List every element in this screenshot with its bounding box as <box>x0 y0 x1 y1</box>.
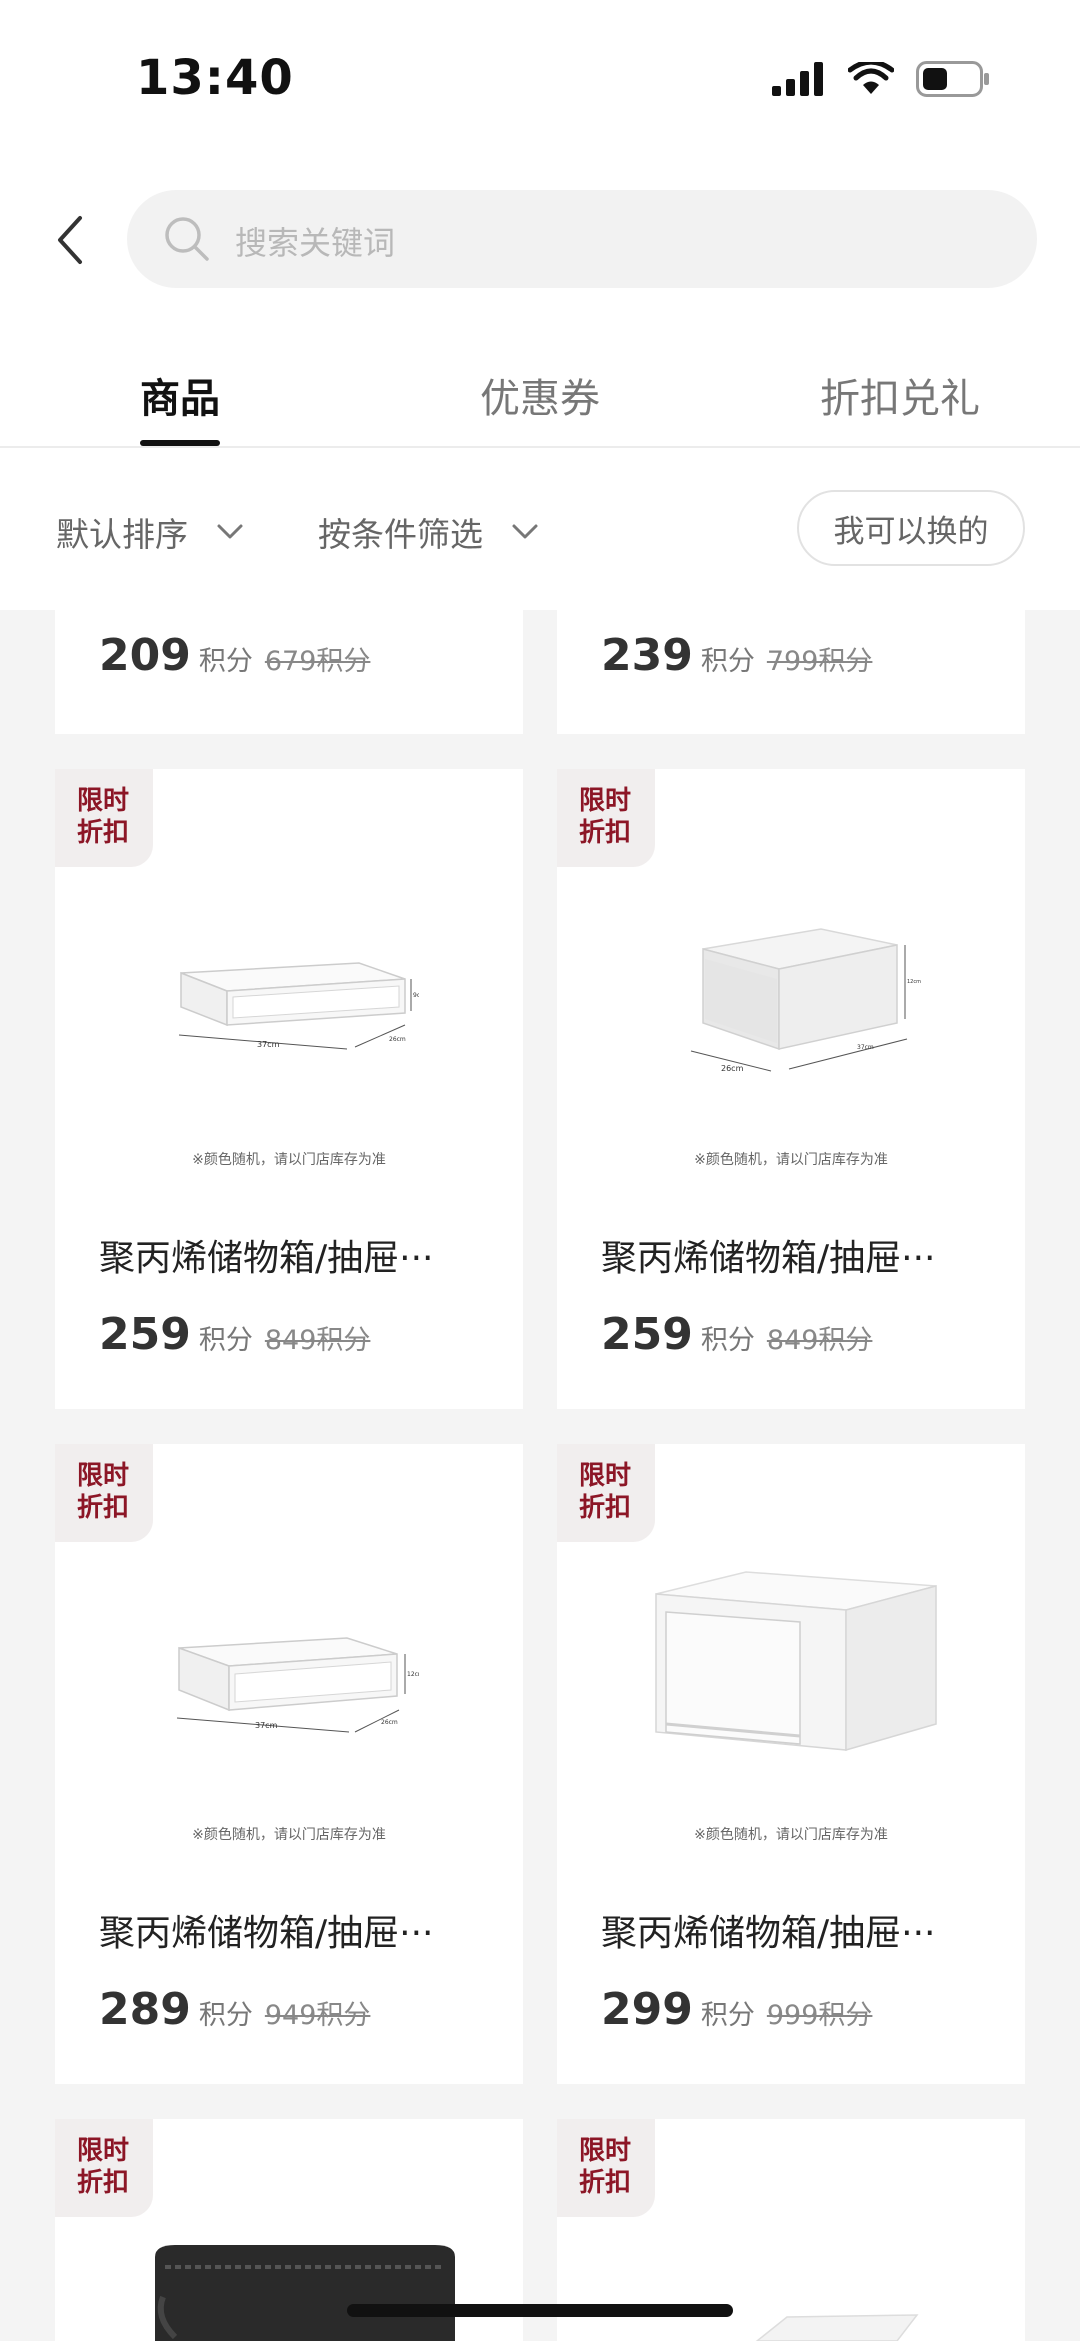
dimension-label: 12cm <box>407 1671 419 1678</box>
back-arrow-icon[interactable] <box>52 210 88 270</box>
storage-box-image: 37cm 26cm 12cm <box>176 1637 419 1733</box>
home-indicator <box>347 2304 733 2317</box>
product-card[interactable]: 限时折扣 37cm 26cm 12cm ※颜色随机，请以门店库存为准 聚丙烯储物… <box>55 1444 523 2084</box>
limited-discount-badge: 限时 折扣 <box>55 2119 153 2217</box>
dimension-label: 9cm <box>413 992 419 999</box>
price-unit: 积分 <box>198 646 253 677</box>
image-note: ※颜色随机，请以门店库存为准 <box>192 1827 386 1843</box>
battery-icon <box>916 61 989 97</box>
original-price: 799积分 <box>766 646 873 677</box>
exchangeable-filter-button[interactable]: 我可以换的 <box>797 490 1025 566</box>
storage-box-image: 26cm 37cm 12cm <box>690 928 921 1073</box>
limited-discount-badge: 限时 折扣 <box>55 1444 153 1542</box>
price: 259 <box>601 1309 693 1360</box>
image-note: ※颜色随机，请以门店库存为准 <box>192 1152 386 1168</box>
storage-box-image <box>755 2314 919 2341</box>
product-title: 聚丙烯储物箱/抽屉··· <box>601 1913 936 1954</box>
tab-products[interactable]: 商品 <box>140 366 220 424</box>
original-price: 849积分 <box>766 1325 873 1356</box>
status-icons <box>772 58 990 100</box>
search-icon <box>165 217 209 261</box>
original-price: 679积分 <box>264 646 371 677</box>
price-unit: 积分 <box>700 2000 755 2031</box>
dimension-label: 26cm <box>721 1064 744 1073</box>
product-title: 聚丙烯储物箱/抽屉··· <box>99 1913 434 1954</box>
price-unit: 积分 <box>700 1325 755 1356</box>
search-input[interactable]: 搜索关键词 <box>127 190 1037 288</box>
limited-discount-badge: 限时 折扣 <box>557 769 655 867</box>
storage-box-image: 37cm 26cm 9cm <box>178 962 419 1050</box>
price: 209 <box>99 630 191 681</box>
wifi-icon <box>848 62 894 94</box>
original-price: 949积分 <box>264 2000 371 2031</box>
limited-discount-badge: 限时 折扣 <box>557 2119 655 2217</box>
sort-dropdown[interactable]: 默认排序 <box>56 508 244 556</box>
dimension-label: 37cm <box>257 1040 280 1049</box>
image-note: ※颜色随机，请以门店库存为准 <box>694 1827 888 1843</box>
dimension-label: 26cm <box>381 1719 398 1726</box>
limited-discount-badge: 限时 折扣 <box>55 769 153 867</box>
tab-discount-gifts[interactable]: 折扣兑礼 <box>820 366 980 424</box>
price-row: 209 积分 679积分 <box>99 630 370 681</box>
product-card[interactable]: 限时 折扣 ※颜色随机，请以门店库存为准 聚丙烯储物箱/抽屉··· 299 积分 … <box>557 1444 1025 2084</box>
product-card[interactable]: 限时 折扣 26cm 37cm 12cm ※颜色随机，请以门店库存为准 聚丙烯储物… <box>557 769 1025 1409</box>
dimension-label: 26cm <box>389 1036 406 1043</box>
chevron-down-icon <box>512 524 538 539</box>
chevron-down-icon <box>217 524 243 539</box>
price-row: 259 积分 849积分 <box>601 1309 872 1360</box>
price-row: 239 积分 799积分 <box>601 630 872 681</box>
price: 239 <box>601 630 693 681</box>
product-title: 聚丙烯储物箱/抽屉··· <box>601 1238 936 1279</box>
product-card[interactable]: 限时折扣 37cm 26cm 9cm ※颜色随机，请以门店库存为准 聚丙烯储物箱… <box>55 769 523 1409</box>
price: 289 <box>99 1984 191 2035</box>
product-title: 聚丙烯储物箱/抽屉··· <box>99 1238 434 1279</box>
product-card[interactable]: 209 积分 679积分 <box>55 600 523 734</box>
price-unit: 积分 <box>198 2000 253 2031</box>
dimension-label: 37cm <box>255 1721 278 1730</box>
limited-discount-badge: 限时 折扣 <box>557 1444 655 1542</box>
travel-case-image <box>155 2245 455 2341</box>
price-row: 259 积分 849积分 <box>99 1309 370 1360</box>
dimension-label: 12cm <box>907 979 921 985</box>
status-time: 13:40 <box>136 50 294 106</box>
price-row: 299 积分 999积分 <box>601 1984 872 2035</box>
condition-filter-dropdown[interactable]: 按条件筛选 <box>318 508 539 556</box>
original-price: 999积分 <box>766 2000 873 2031</box>
condition-filter-label: 按条件筛选 <box>318 515 483 554</box>
price: 299 <box>601 1984 693 2035</box>
divider <box>0 446 1080 448</box>
price-row: 289 积分 949积分 <box>99 1984 370 2035</box>
sort-label: 默认排序 <box>56 515 188 554</box>
dimension-label: 37cm <box>857 1044 874 1051</box>
price-unit: 积分 <box>198 1325 253 1356</box>
storage-box-image <box>655 1571 937 1751</box>
original-price: 849积分 <box>264 1325 371 1356</box>
cellular-signal-icon <box>772 62 823 96</box>
search-placeholder: 搜索关键词 <box>235 224 396 262</box>
header: 13:40 搜索关键词 商品 优惠券 折扣兑礼 默认排序 按条件筛选 我可以换的 <box>0 0 1080 610</box>
product-card[interactable]: 239 积分 799积分 <box>557 600 1025 734</box>
image-note: ※颜色随机，请以门店库存为准 <box>694 1152 888 1168</box>
price: 259 <box>99 1309 191 1360</box>
tab-coupons[interactable]: 优惠券 <box>480 366 600 424</box>
price-unit: 积分 <box>700 646 755 677</box>
